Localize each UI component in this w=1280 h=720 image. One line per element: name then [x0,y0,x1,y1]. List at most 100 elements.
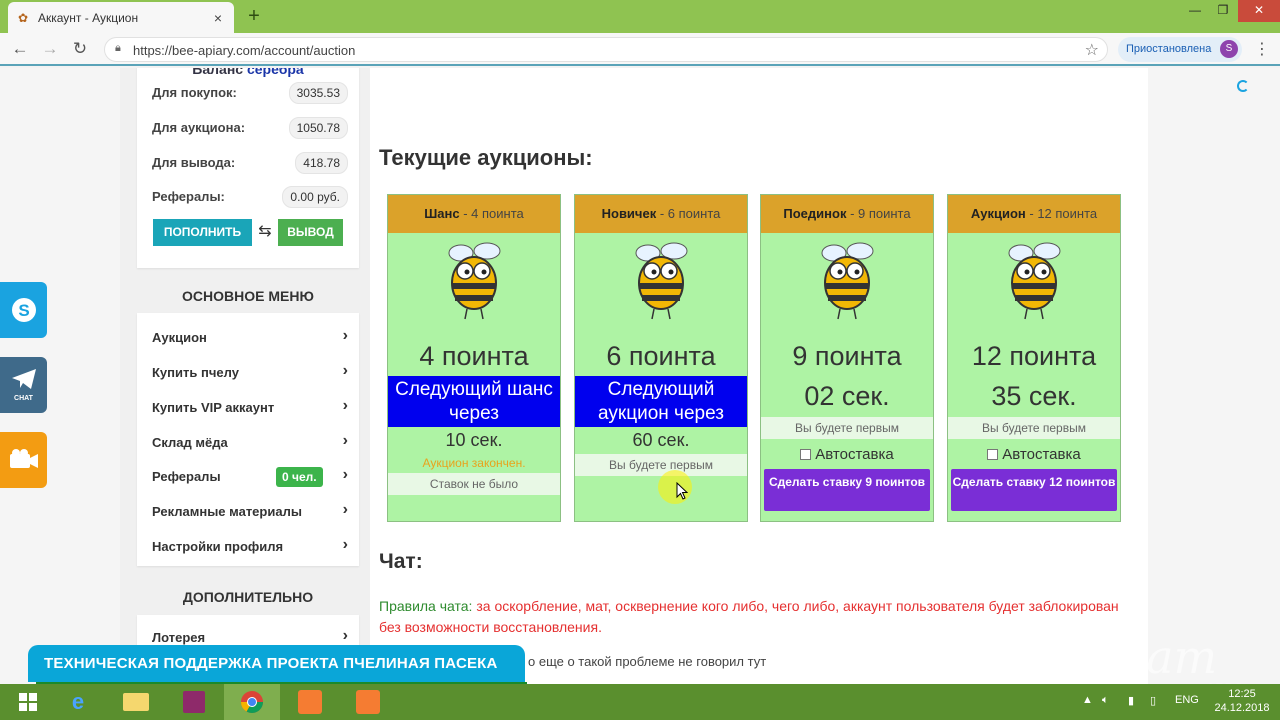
exchange-icon[interactable]: ⇆ [256,221,274,241]
window-close-button[interactable]: ✕ [1238,0,1280,22]
chrome-icon [241,691,263,713]
recorder-icon [298,690,322,714]
explorer-task[interactable] [108,684,164,720]
extra-menu-heading: ДОПОЛНИТЕЛЬНО [182,589,314,605]
menu-item-label: Рекламные материалы [152,504,302,519]
network-icon[interactable]: ▮ [1128,694,1134,707]
clock[interactable]: 12:25 24.12.2018 [1212,687,1272,715]
telegram-content: CHAT [10,368,38,403]
autobid-checkbox[interactable] [987,449,999,460]
bookmark-star-icon[interactable]: ☆ [1085,40,1099,60]
auction-note: Вы будете первым [575,454,747,476]
place-bid-button[interactable]: Сделать ставку 12 поинтов [951,469,1117,511]
auction-card-newbie: Новичек - 6 поинта 6 поинта Следующий ау… [574,194,748,522]
menu-item-label: Купить пчелу [152,365,239,380]
forward-arrow-icon[interactable]: → [40,39,60,59]
chat-heading: Чат: [379,550,423,573]
new-tab-button[interactable]: + [244,5,264,28]
chevron-right-icon: › [342,327,348,344]
menu-item-label: Склад мёда [152,435,228,450]
profile-paused-chip[interactable]: Приостановлена S [1118,37,1242,62]
chevron-right-icon: › [342,536,348,553]
menu-item-buy-bee[interactable]: Купить пчелу › [152,360,348,386]
menu-item-auction[interactable]: Аукцион › [152,325,348,351]
auction-points: - 9 поинта [846,206,911,221]
skype-button[interactable]: S [0,282,47,338]
app-task[interactable] [166,684,222,720]
balance-label: Для аукциона: [152,120,246,135]
auction-points: - 12 поинта [1025,206,1098,221]
bee-favicon-icon: ✿ [17,10,29,25]
tray-expand-icon[interactable]: ▲ [1082,694,1093,706]
auction-next-label: Следующий шанс через [388,376,560,427]
balance-row-auction: Для аукциона: 1050.78 [152,117,348,139]
balance-row-purchases: Для покупок: 3035.53 [152,82,348,104]
start-button[interactable] [0,684,56,720]
svg-text:S: S [18,301,29,320]
autobid-option[interactable]: Автоставка [948,446,1120,463]
autobid-option[interactable]: Автоставка [761,446,933,463]
chrome-task[interactable] [224,684,280,720]
support-banner[interactable]: ТЕХНИЧЕСКАЯ ПОДДЕРЖКА ПРОЕКТА ПЧЕЛИНАЯ П… [28,645,527,685]
autobid-checkbox[interactable] [800,449,812,460]
auction-timer: 60 сек. [632,430,690,450]
video-button[interactable] [0,432,47,488]
menu-item-promo-materials[interactable]: Рекламные материалы › [152,499,348,525]
auction-status: Аукцион закончен. [422,456,526,470]
clock-date: 24.12.2018 [1214,702,1270,714]
reload-icon[interactable]: ↻ [70,39,90,59]
balance-row-referrals: Рефералы: 0.00 руб. [152,186,348,208]
bee-icon [821,242,874,320]
ie-task[interactable]: e [50,684,106,720]
screen-recorder-task[interactable] [282,684,338,720]
auction-card-auction: Аукцион - 12 поинта 12 поинта 35 сек. Вы… [947,194,1121,522]
avatar: S [1220,40,1238,58]
chat-message: о еще о такой проблеме не говорил тут [528,654,767,669]
browser-tab[interactable]: ✿ Аккаунт - Аукцион × [8,2,234,33]
auction-name: Поединок [783,206,847,221]
tab-close-icon[interactable]: × [210,10,226,26]
folder-icon [123,693,149,711]
auction-next-label: Следующий аукцион через [575,376,747,427]
menu-item-buy-vip[interactable]: Купить VIP аккаунт › [152,395,348,421]
place-bid-button[interactable]: Сделать ставку 9 поинтов [764,469,930,511]
speaker-icon[interactable]: 🔈︎ [1102,694,1109,707]
minimize-button[interactable]: — [1180,0,1210,22]
address-bar[interactable]: 🔒︎ https://bee-apiary.com/account/auctio… [104,37,1108,62]
video-camera-icon [9,449,38,468]
windows-logo-icon [19,693,37,711]
internet-explorer-icon: e [71,689,85,714]
menu-item-profile-settings[interactable]: Настройки профиля › [152,534,348,560]
balance-title: Баланс серебра [137,68,359,77]
menu-item-referrals[interactable]: Рефералы 0 чел. › [152,464,348,490]
browser-menu-icon[interactable]: ⋮ [1254,39,1270,59]
chat-rules-label: Правила чата: [379,598,473,614]
menu-item-label: Лотерея [152,630,206,645]
paper-plane-icon [11,368,36,389]
clock-time: 12:25 [1228,688,1256,700]
autobid-label: Автоставка [815,446,894,463]
topup-button[interactable]: ПОПОЛНИТЬ [153,219,252,246]
auction-price: 12 поинта [971,341,1097,371]
telegram-chat-button[interactable]: CHAT [0,357,47,413]
battery-icon[interactable]: ▯ [1150,694,1156,707]
auction-header: Шанс - 4 поинта [388,195,560,233]
taskbar: e ▲ 🔈︎ ▮ ▯ ENG 12:25 24.12.2018 [0,684,1280,720]
maximize-button[interactable]: ❐ [1208,0,1238,22]
screenshot-task[interactable] [340,684,396,720]
balance-value: 1050.78 [288,117,348,139]
balance-value: 3035.53 [288,82,348,104]
auction-note: Вы будете первым [761,417,933,439]
language-indicator[interactable]: ENG [1175,694,1199,706]
menu-item-honey-storage[interactable]: Склад мёда › [152,430,348,456]
withdraw-button[interactable]: ВЫВОД [278,219,343,246]
browser-toolbar: ← → ↻ 🔒︎ https://bee-apiary.com/account/… [0,33,1280,66]
chevron-right-icon: › [342,627,348,644]
chevron-right-icon: › [342,466,348,483]
balance-label: Рефералы: [152,189,225,204]
menu-item-label: Настройки профиля [152,539,284,554]
menu-item-label: Аукцион [152,330,207,345]
back-arrow-icon[interactable]: ← [10,39,30,59]
auction-timer: 35 сек. [991,381,1077,411]
auction-timer: 02 сек. [804,381,890,411]
